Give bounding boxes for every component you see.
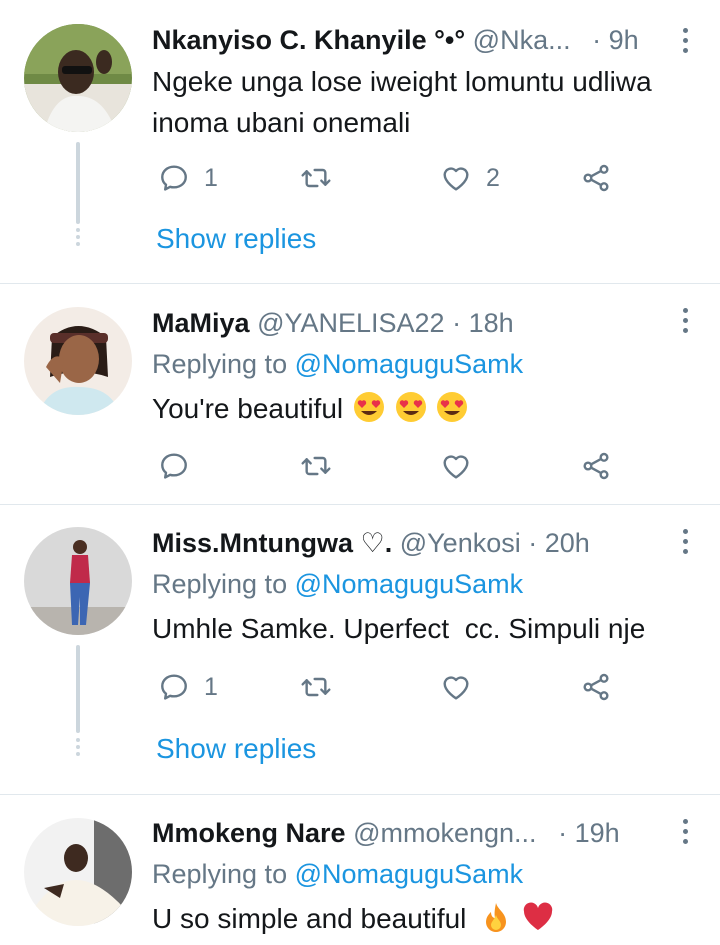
share-button[interactable]	[580, 446, 612, 486]
like-button[interactable]: 2	[440, 158, 500, 198]
share-icon	[583, 673, 609, 701]
reply-icon	[161, 165, 187, 191]
reply-count: 1	[204, 672, 218, 701]
retweet-icon	[301, 677, 331, 697]
tweet-header: Miss.Mntungwa ♡. @Yenkosi · 20h	[152, 525, 660, 561]
avatar-photo	[24, 24, 132, 132]
share-icon	[583, 452, 609, 480]
mention-link[interactable]: @NomaguguSamk	[295, 859, 524, 889]
user-handle[interactable]: @Nka...	[473, 25, 571, 55]
display-name[interactable]: Miss.Mntungwa ♡.	[152, 528, 392, 558]
replying-to: Replying to @NomaguguSamk	[152, 856, 523, 892]
mention-link[interactable]: @NomaguguSamk	[295, 349, 524, 379]
retweet-button[interactable]	[300, 446, 332, 486]
fire-emoji	[486, 903, 507, 932]
share-button[interactable]	[580, 158, 612, 198]
tweet-header: MaMiya @YANELISA22 · 18h	[152, 305, 660, 341]
tweet-text-row: U so simple and beautiful	[152, 898, 690, 939]
thread-dots	[74, 738, 82, 759]
user-handle[interactable]: @mmokengn...	[353, 818, 536, 848]
like-button[interactable]	[440, 667, 486, 707]
avatar-photo	[24, 307, 132, 415]
thread-line	[76, 645, 80, 733]
avatar-photo	[24, 818, 132, 926]
reply-count: 1	[204, 163, 218, 192]
display-name[interactable]: Nkanyiso C. Khanyile °•°	[152, 25, 465, 55]
tweet-time[interactable]: · 18h	[452, 308, 514, 338]
heart-icon	[443, 167, 469, 191]
more-vertical-icon[interactable]	[680, 529, 690, 559]
tweet-text: You're beautiful	[152, 393, 344, 424]
tweet-1[interactable]: Nkanyiso C. Khanyile °•° @Nka... · 9h Ng…	[0, 0, 720, 283]
reply-button[interactable]	[158, 446, 204, 486]
tweet-actions: 1	[152, 667, 622, 707]
thread-line	[76, 142, 80, 224]
tweet-text: U so simple and beautiful	[152, 903, 467, 934]
replying-to: Replying to @NomaguguSamk	[152, 566, 523, 602]
tweet-actions	[152, 446, 622, 486]
reply-icon	[161, 453, 187, 479]
like-count: 2	[486, 163, 500, 192]
tweet-3[interactable]: Miss.Mntungwa ♡. @Yenkosi · 20h Replying…	[0, 505, 720, 794]
avatar[interactable]	[24, 307, 132, 415]
tweet-text: Ngeke unga lose iweight lomuntu udliwa i…	[152, 66, 652, 138]
avatar[interactable]	[24, 24, 132, 132]
share-icon	[583, 164, 609, 192]
retweet-icon	[301, 168, 331, 188]
tweet-time[interactable]: · 19h	[558, 818, 620, 848]
retweet-button[interactable]	[300, 667, 332, 707]
tweet-text-row: You're beautiful	[152, 388, 690, 429]
retweet-icon	[301, 456, 331, 476]
show-replies-link[interactable]: Show replies	[156, 221, 316, 257]
like-button[interactable]	[440, 446, 486, 486]
heart-eyes-emoji	[395, 392, 426, 422]
replying-label: Replying to	[152, 859, 288, 889]
user-handle[interactable]: @YANELISA22	[257, 308, 445, 338]
reply-button[interactable]: 1	[158, 158, 218, 198]
retweet-button[interactable]	[300, 158, 332, 198]
more-vertical-icon[interactable]	[680, 308, 690, 338]
avatar[interactable]	[24, 818, 132, 926]
avatar[interactable]	[24, 527, 132, 635]
tweet-4[interactable]: Mmokeng Nare @mmokengn... · 19h Replying…	[0, 795, 720, 945]
tweet-time[interactable]: · 9h	[592, 25, 639, 55]
avatar-photo	[24, 527, 132, 635]
display-name[interactable]: Mmokeng Nare	[152, 818, 346, 848]
heart-eyes-emoji	[437, 392, 468, 422]
mention-link[interactable]: @NomaguguSamk	[295, 569, 524, 599]
more-vertical-icon[interactable]	[680, 28, 690, 58]
display-name[interactable]: MaMiya	[152, 308, 250, 338]
tweet-time[interactable]: · 20h	[528, 528, 590, 558]
tweet-text: Umhle Samke. Uperfect cc. Simpuli nje	[152, 613, 646, 644]
show-replies-link[interactable]: Show replies	[156, 731, 316, 767]
user-handle[interactable]: @Yenkosi	[400, 528, 521, 558]
reply-button[interactable]: 1	[158, 667, 218, 707]
heart-icon	[443, 455, 469, 479]
replying-label: Replying to	[152, 349, 288, 379]
heart-eyes-emoji	[353, 392, 384, 422]
tweet-2[interactable]: MaMiya @YANELISA22 · 18h Replying to @No…	[0, 284, 720, 504]
replying-to: Replying to @NomaguguSamk	[152, 346, 523, 382]
red-heart-emoji	[523, 902, 553, 930]
tweet-actions: 1 2	[152, 158, 622, 198]
tweet-header: Nkanyiso C. Khanyile °•° @Nka... · 9h	[152, 22, 660, 58]
reply-icon	[161, 674, 187, 700]
tweet-header: Mmokeng Nare @mmokengn... · 19h	[152, 815, 660, 851]
heart-icon	[443, 676, 469, 700]
more-vertical-icon[interactable]	[680, 819, 690, 849]
replying-label: Replying to	[152, 569, 288, 599]
thread-dots	[74, 228, 82, 249]
share-button[interactable]	[580, 667, 612, 707]
